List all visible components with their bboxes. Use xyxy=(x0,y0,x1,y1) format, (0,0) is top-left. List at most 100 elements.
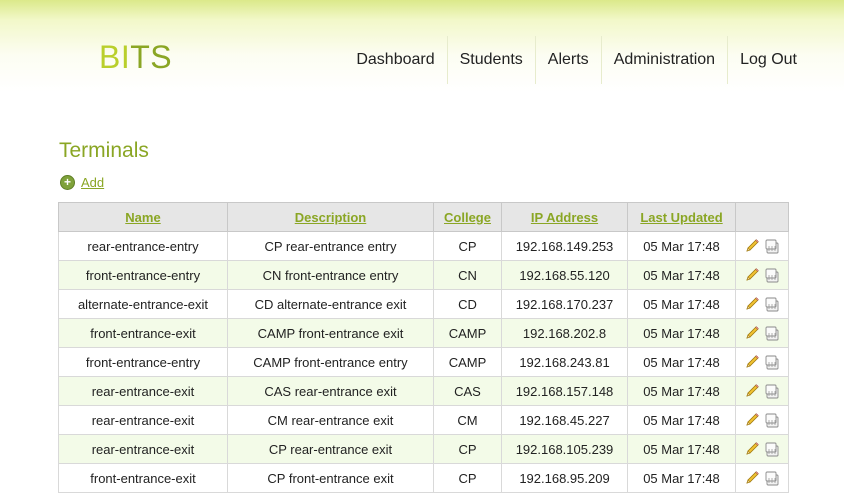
nav-logout[interactable]: Log Out xyxy=(727,36,809,84)
cell-college: CAMP xyxy=(433,318,502,348)
page-title: Terminals xyxy=(59,139,149,162)
edit-icon[interactable] xyxy=(744,354,760,370)
cell-ip: 192.168.105.239 xyxy=(501,434,628,464)
table-body: rear-entrance-entry CP rear-entrance entr… xyxy=(58,231,789,493)
terminals-table: Name Description College IP Address Last… xyxy=(58,202,789,493)
table-row: front-entrance-entry CN front-entrance en… xyxy=(58,260,789,290)
delete-icon[interactable] xyxy=(764,296,780,312)
delete-icon[interactable] xyxy=(764,267,780,283)
edit-icon[interactable] xyxy=(744,238,760,254)
nav-students[interactable]: Students xyxy=(446,36,535,84)
cell-description: CP front-entrance exit xyxy=(227,463,434,493)
cell-name: rear-entrance-exit xyxy=(58,376,228,406)
cell-updated: 05 Mar 17:48 xyxy=(627,376,736,406)
cell-ip: 192.168.157.148 xyxy=(501,376,628,406)
app-logo[interactable]: BITS xyxy=(99,39,172,76)
cell-description: CP rear-entrance exit xyxy=(227,434,434,464)
cell-name: rear-entrance-exit xyxy=(58,434,228,464)
edit-icon[interactable] xyxy=(744,470,760,486)
edit-icon[interactable] xyxy=(744,267,760,283)
column-header-ip-address[interactable]: IP Address xyxy=(501,202,628,232)
cell-college: CAMP xyxy=(433,347,502,377)
cell-updated: 05 Mar 17:48 xyxy=(627,260,736,290)
nav-alerts[interactable]: Alerts xyxy=(534,36,601,84)
cell-actions xyxy=(735,434,789,464)
cell-actions xyxy=(735,318,789,348)
table-row: front-entrance-entry CAMP front-entrance … xyxy=(58,347,789,377)
table-row: rear-entrance-exit CP rear-entrance exit C… xyxy=(58,434,789,464)
cell-name: front-entrance-entry xyxy=(58,260,228,290)
column-header-actions xyxy=(735,202,789,232)
table-row: rear-entrance-exit CM rear-entrance exit C… xyxy=(58,405,789,435)
cell-updated: 05 Mar 17:48 xyxy=(627,318,736,348)
edit-icon[interactable] xyxy=(744,441,760,457)
cell-ip: 192.168.202.8 xyxy=(501,318,628,348)
cell-name: rear-entrance-exit xyxy=(58,405,228,435)
cell-description: CAS rear-entrance exit xyxy=(227,376,434,406)
cell-college: CP xyxy=(433,463,502,493)
edit-icon[interactable] xyxy=(744,325,760,341)
delete-icon[interactable] xyxy=(764,383,780,399)
delete-icon[interactable] xyxy=(764,441,780,457)
edit-icon[interactable] xyxy=(744,412,760,428)
cell-updated: 05 Mar 17:48 xyxy=(627,289,736,319)
cell-actions xyxy=(735,347,789,377)
nav-administration[interactable]: Administration xyxy=(600,36,727,84)
cell-updated: 05 Mar 17:48 xyxy=(627,405,736,435)
cell-actions xyxy=(735,231,789,261)
table-row: rear-entrance-exit CAS rear-entrance exit… xyxy=(58,376,789,406)
cell-name: front-entrance-exit xyxy=(58,463,228,493)
nav-dashboard[interactable]: Dashboard xyxy=(344,36,446,84)
cell-college: CD xyxy=(433,289,502,319)
table-row: rear-entrance-entry CP rear-entrance entr… xyxy=(58,231,789,261)
delete-icon[interactable] xyxy=(764,354,780,370)
column-header-last-updated[interactable]: Last Updated xyxy=(627,202,736,232)
cell-ip: 192.168.95.209 xyxy=(501,463,628,493)
cell-college: CP xyxy=(433,231,502,261)
delete-icon[interactable] xyxy=(764,412,780,428)
delete-icon[interactable] xyxy=(764,238,780,254)
cell-updated: 05 Mar 17:48 xyxy=(627,347,736,377)
delete-icon[interactable] xyxy=(764,470,780,486)
table-row: front-entrance-exit CP front-entrance exi… xyxy=(58,463,789,493)
cell-updated: 05 Mar 17:48 xyxy=(627,231,736,261)
cell-description: CAMP front-entrance entry xyxy=(227,347,434,377)
edit-icon[interactable] xyxy=(744,383,760,399)
table-row: alternate-entrance-exit CD alternate-entr… xyxy=(58,289,789,319)
cell-college: CAS xyxy=(433,376,502,406)
cell-name: front-entrance-exit xyxy=(58,318,228,348)
cell-description: CD alternate-entrance exit xyxy=(227,289,434,319)
logo-text-part1: BI xyxy=(99,39,131,75)
cell-ip: 192.168.149.253 xyxy=(501,231,628,261)
cell-ip: 192.168.45.227 xyxy=(501,405,628,435)
cell-ip: 192.168.55.120 xyxy=(501,260,628,290)
cell-updated: 05 Mar 17:48 xyxy=(627,463,736,493)
cell-actions xyxy=(735,260,789,290)
delete-icon[interactable] xyxy=(764,325,780,341)
cell-college: CP xyxy=(433,434,502,464)
table-header-row: Name Description College IP Address Last… xyxy=(58,202,789,232)
edit-icon[interactable] xyxy=(744,296,760,312)
cell-actions xyxy=(735,376,789,406)
cell-description: CAMP front-entrance exit xyxy=(227,318,434,348)
cell-actions xyxy=(735,289,789,319)
cell-name: front-entrance-entry xyxy=(58,347,228,377)
main-nav: Dashboard Students Alerts Administration… xyxy=(344,36,809,84)
cell-description: CP rear-entrance entry xyxy=(227,231,434,261)
cell-actions xyxy=(735,463,789,493)
cell-college: CN xyxy=(433,260,502,290)
cell-college: CM xyxy=(433,405,502,435)
cell-name: rear-entrance-entry xyxy=(58,231,228,261)
cell-updated: 05 Mar 17:48 xyxy=(627,434,736,464)
cell-description: CN front-entrance entry xyxy=(227,260,434,290)
add-terminal-link[interactable]: + Add xyxy=(60,175,104,190)
column-header-name[interactable]: Name xyxy=(58,202,228,232)
add-icon: + xyxy=(60,175,75,190)
cell-actions xyxy=(735,405,789,435)
logo-text-part2: TS xyxy=(130,39,173,75)
column-header-description[interactable]: Description xyxy=(227,202,434,232)
cell-name: alternate-entrance-exit xyxy=(58,289,228,319)
cell-ip: 192.168.170.237 xyxy=(501,289,628,319)
column-header-college[interactable]: College xyxy=(433,202,502,232)
cell-ip: 192.168.243.81 xyxy=(501,347,628,377)
